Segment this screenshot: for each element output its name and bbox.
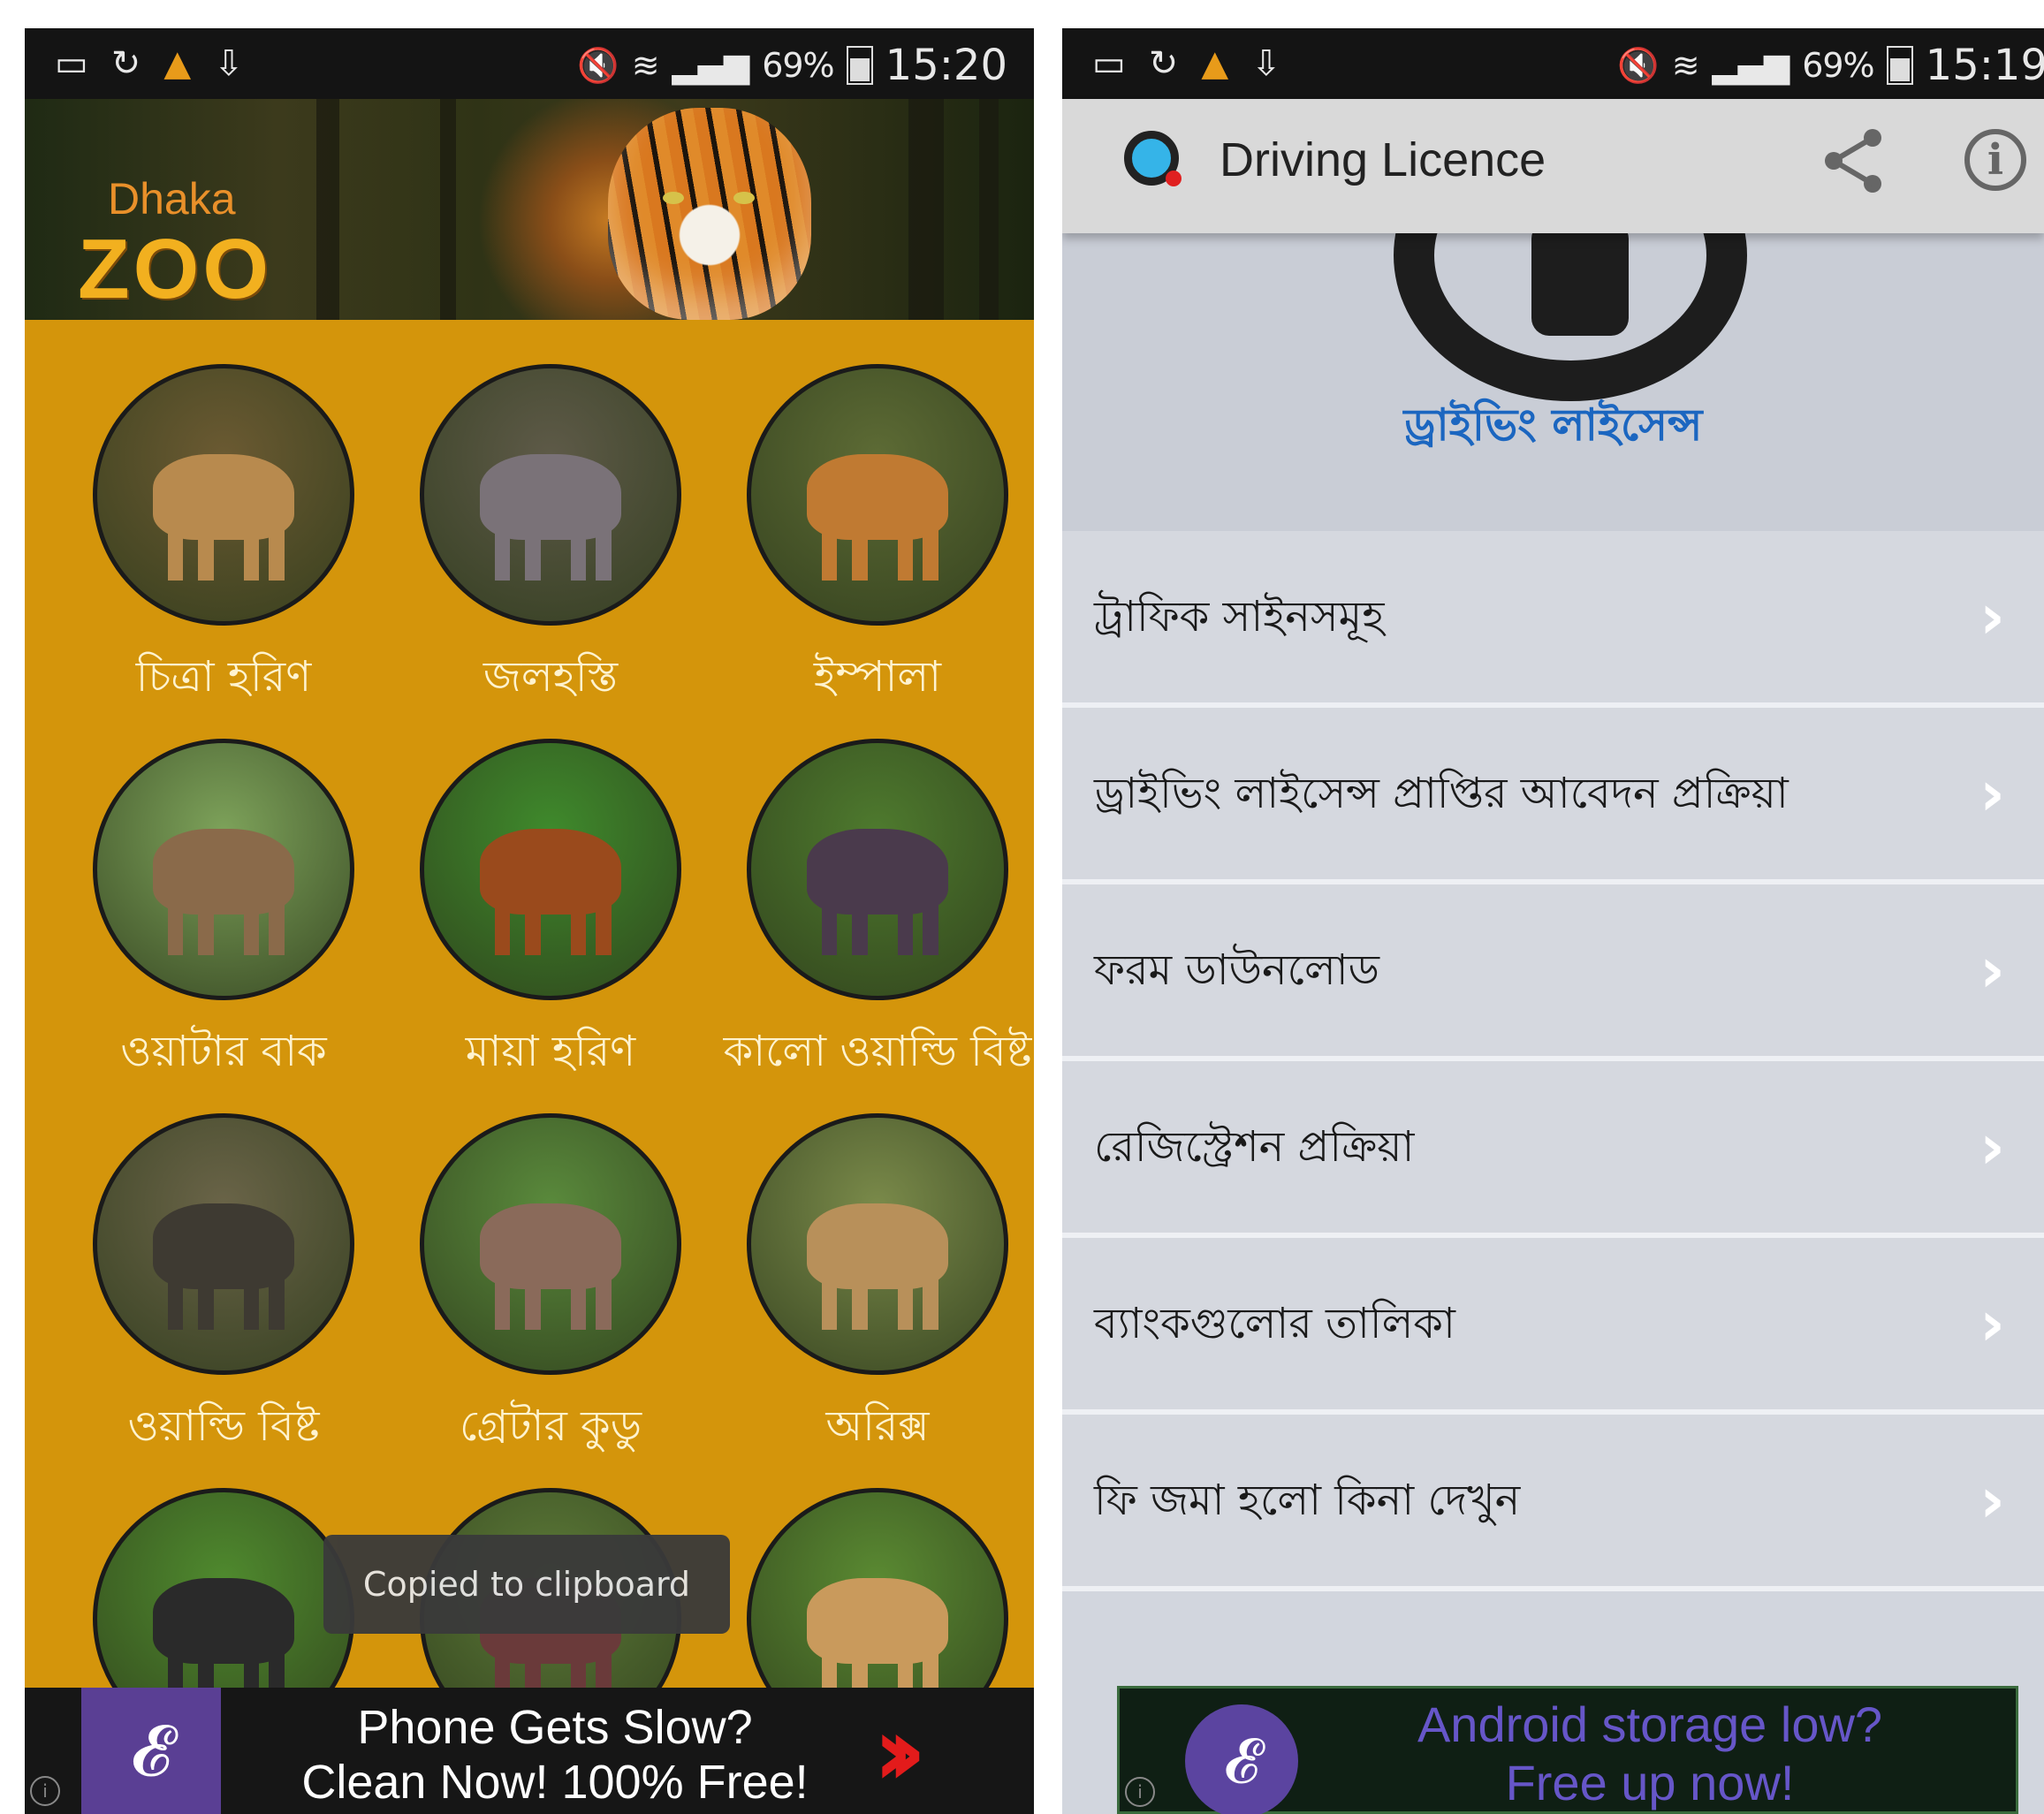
- animal-label: গ্রেটার কুডু: [459, 1401, 642, 1451]
- chevron-right-icon: ›: [1979, 1464, 2005, 1537]
- chevron-right-icon: ›: [1979, 1287, 2005, 1360]
- menu-item-label: ড্রাইভিং লাইসেন্স প্রাপ্তির আবেদন প্রক্র…: [1094, 769, 1789, 818]
- app-logo-icon: [1124, 131, 1182, 186]
- chevron-right-icon: ›: [1979, 934, 2005, 1006]
- animal-tile[interactable]: চিত্রা হরিণ: [60, 364, 387, 715]
- animal-photo[interactable]: [93, 739, 354, 1000]
- ad-info-icon[interactable]: i: [1125, 1777, 1155, 1807]
- chevron-right-icon: ›: [1979, 757, 2005, 830]
- animal-photo[interactable]: [747, 364, 1008, 626]
- sync-notification-icon: ↻: [1148, 43, 1179, 84]
- wifi-icon: ≋: [631, 46, 660, 85]
- toast-message: Copied to clipboard: [323, 1535, 730, 1634]
- driving-licence-screen: ▭ ↻ ▲ ⇩ 🔇 ≋ ▂▄▆ 69% 15:19 Driving Licenc…: [1062, 28, 2044, 1814]
- animal-label: ওয়াটার বাক: [120, 1027, 327, 1076]
- menu-item[interactable]: ফি জমা হলো কিনা দেখুন ›: [1062, 1415, 2044, 1591]
- zoo-banner: Dhaka ZOO: [25, 99, 1034, 320]
- hero-title: ড্রাইভিং লাইসেন্স: [1403, 399, 1703, 451]
- ad-line-2: Clean Now! 100% Free!: [301, 1756, 809, 1809]
- info-icon[interactable]: i: [1964, 129, 2026, 191]
- animal-tile[interactable]: ইম্পালা: [714, 364, 1034, 715]
- animal-photo[interactable]: [747, 1113, 1008, 1375]
- battery-percent: 69%: [1802, 46, 1874, 85]
- menu-item[interactable]: ড্রাইভিং লাইসেন্স প্রাপ্তির আবেদন প্রক্র…: [1062, 708, 2044, 884]
- ad-banner[interactable]: i 𝓔 Phone Gets Slow? Clean Now! 100% Fre…: [25, 1688, 1034, 1814]
- ad-line-1: Phone Gets Slow?: [357, 1701, 753, 1754]
- animal-tile[interactable]: ওয়াটার বাক: [60, 739, 387, 1089]
- menu-item-label: ফরম ডাউনলোড: [1094, 945, 1379, 995]
- menu-item-label: ট্রাফিক সাইনসমূহ: [1094, 592, 1385, 641]
- animal-label: মায়া হরিণ: [465, 1027, 636, 1076]
- animal-label: ইম্পালা: [813, 652, 942, 702]
- animal-label: জলহস্তি: [483, 652, 619, 702]
- animal-label: কালো ওয়াল্ডি বিষ্ট: [723, 1027, 1032, 1076]
- download-notification-icon: ⇩: [214, 43, 244, 84]
- animal-tile[interactable]: মায়া হরিণ: [387, 739, 714, 1089]
- dhaka-zoo-screen: ▭ ↻ ▲ ⇩ 🔇 ≋ ▂▄▆ 69% 15:20 Dhaka ZOO চিত্…: [25, 28, 1034, 1814]
- animal-tile[interactable]: জলহস্তি: [387, 364, 714, 715]
- share-icon[interactable]: [1818, 125, 1888, 211]
- chevron-right-icon: ›: [1979, 581, 2005, 653]
- menu-item[interactable]: ট্রাফিক সাইনসমূহ ›: [1062, 531, 2044, 708]
- menu-item[interactable]: রেজিস্ট্রেশন প্রক্রিয়া ›: [1062, 1061, 2044, 1238]
- animal-tile[interactable]: অরিক্স: [714, 1113, 1034, 1464]
- animal-photo[interactable]: [747, 739, 1008, 1000]
- battery-percent: 69%: [762, 46, 834, 85]
- warning-notification-icon: ▲: [163, 43, 192, 84]
- animal-photo[interactable]: [93, 364, 354, 626]
- menu-list: ট্রাফিক সাইনসমূহ › ড্রাইভিং লাইসেন্স প্রাপ…: [1062, 531, 2044, 1591]
- menu-item[interactable]: ফরম ডাউনলোড ›: [1062, 884, 2044, 1061]
- gallery-notification-icon: ▭: [1092, 43, 1126, 84]
- animal-tile[interactable]: কালো ওয়াল্ডি বিষ্ট: [714, 739, 1034, 1089]
- battery-icon: [1886, 46, 1913, 85]
- mute-icon: 🔇: [1617, 45, 1660, 85]
- gallery-notification-icon: ▭: [55, 43, 88, 84]
- ad-banner[interactable]: i 𝓔 Android storage low? Free up now!: [1117, 1686, 2018, 1814]
- clock: 15:20: [885, 41, 1007, 90]
- animal-tile[interactable]: ওয়াল্ডি বিষ্ট: [60, 1113, 387, 1464]
- status-bar: ▭ ↻ ▲ ⇩ 🔇 ≋ ▂▄▆ 69% 15:20: [25, 28, 1034, 99]
- animal-label: চিত্রা হরিণ: [135, 652, 312, 702]
- tiger-image: [608, 108, 811, 320]
- sync-notification-icon: ↻: [110, 43, 141, 84]
- animal-photo[interactable]: [93, 1113, 354, 1375]
- mute-icon: 🔇: [577, 45, 619, 85]
- menu-item-label: ফি জমা হলো কিনা দেখুন: [1094, 1476, 1521, 1525]
- signal-icon: ▂▄▆: [1712, 46, 1790, 85]
- animal-photo[interactable]: [420, 739, 681, 1000]
- app-title: Driving Licence: [1220, 133, 1546, 186]
- logo-dhaka-text: Dhaka: [108, 174, 236, 224]
- logo-zoo-text: ZOO: [78, 222, 272, 316]
- menu-item-label: রেজিস্ট্রেশন প্রক্রিয়া: [1094, 1122, 1415, 1172]
- download-notification-icon: ⇩: [1251, 43, 1281, 84]
- menu-item-label: ব্যাংকগুলোর তালিকা: [1094, 1299, 1455, 1348]
- animal-photo[interactable]: [420, 1113, 681, 1375]
- double-chevron-icon: ››: [873, 1695, 926, 1808]
- hero-section: ড্রাইভিং লাইসেন্স: [1062, 110, 2044, 531]
- ad-logo-icon: 𝓔: [81, 1688, 221, 1814]
- wifi-icon: ≋: [1671, 46, 1700, 85]
- ad-line-2: Free up now!: [1505, 1755, 1795, 1810]
- animal-photo[interactable]: [420, 364, 681, 626]
- animal-label: ওয়াল্ডি বিষ্ট: [127, 1401, 320, 1451]
- menu-item[interactable]: ব্যাংকগুলোর তালিকা ›: [1062, 1238, 2044, 1415]
- ad-logo-icon: 𝓔: [1185, 1704, 1298, 1814]
- app-bar: Driving Licence i: [1062, 99, 2044, 233]
- ad-line-1: Android storage low?: [1417, 1696, 1883, 1752]
- battery-icon: [846, 46, 873, 85]
- ad-info-icon[interactable]: i: [30, 1776, 60, 1806]
- clock: 15:19: [1925, 41, 2044, 90]
- animal-tile[interactable]: গ্রেটার কুডু: [387, 1113, 714, 1464]
- warning-notification-icon: ▲: [1201, 43, 1229, 84]
- signal-icon: ▂▄▆: [672, 46, 750, 85]
- chevron-right-icon: ›: [1979, 1111, 2005, 1183]
- status-bar: ▭ ↻ ▲ ⇩ 🔇 ≋ ▂▄▆ 69% 15:19: [1062, 28, 2044, 99]
- animal-label: অরিক্স: [825, 1401, 930, 1451]
